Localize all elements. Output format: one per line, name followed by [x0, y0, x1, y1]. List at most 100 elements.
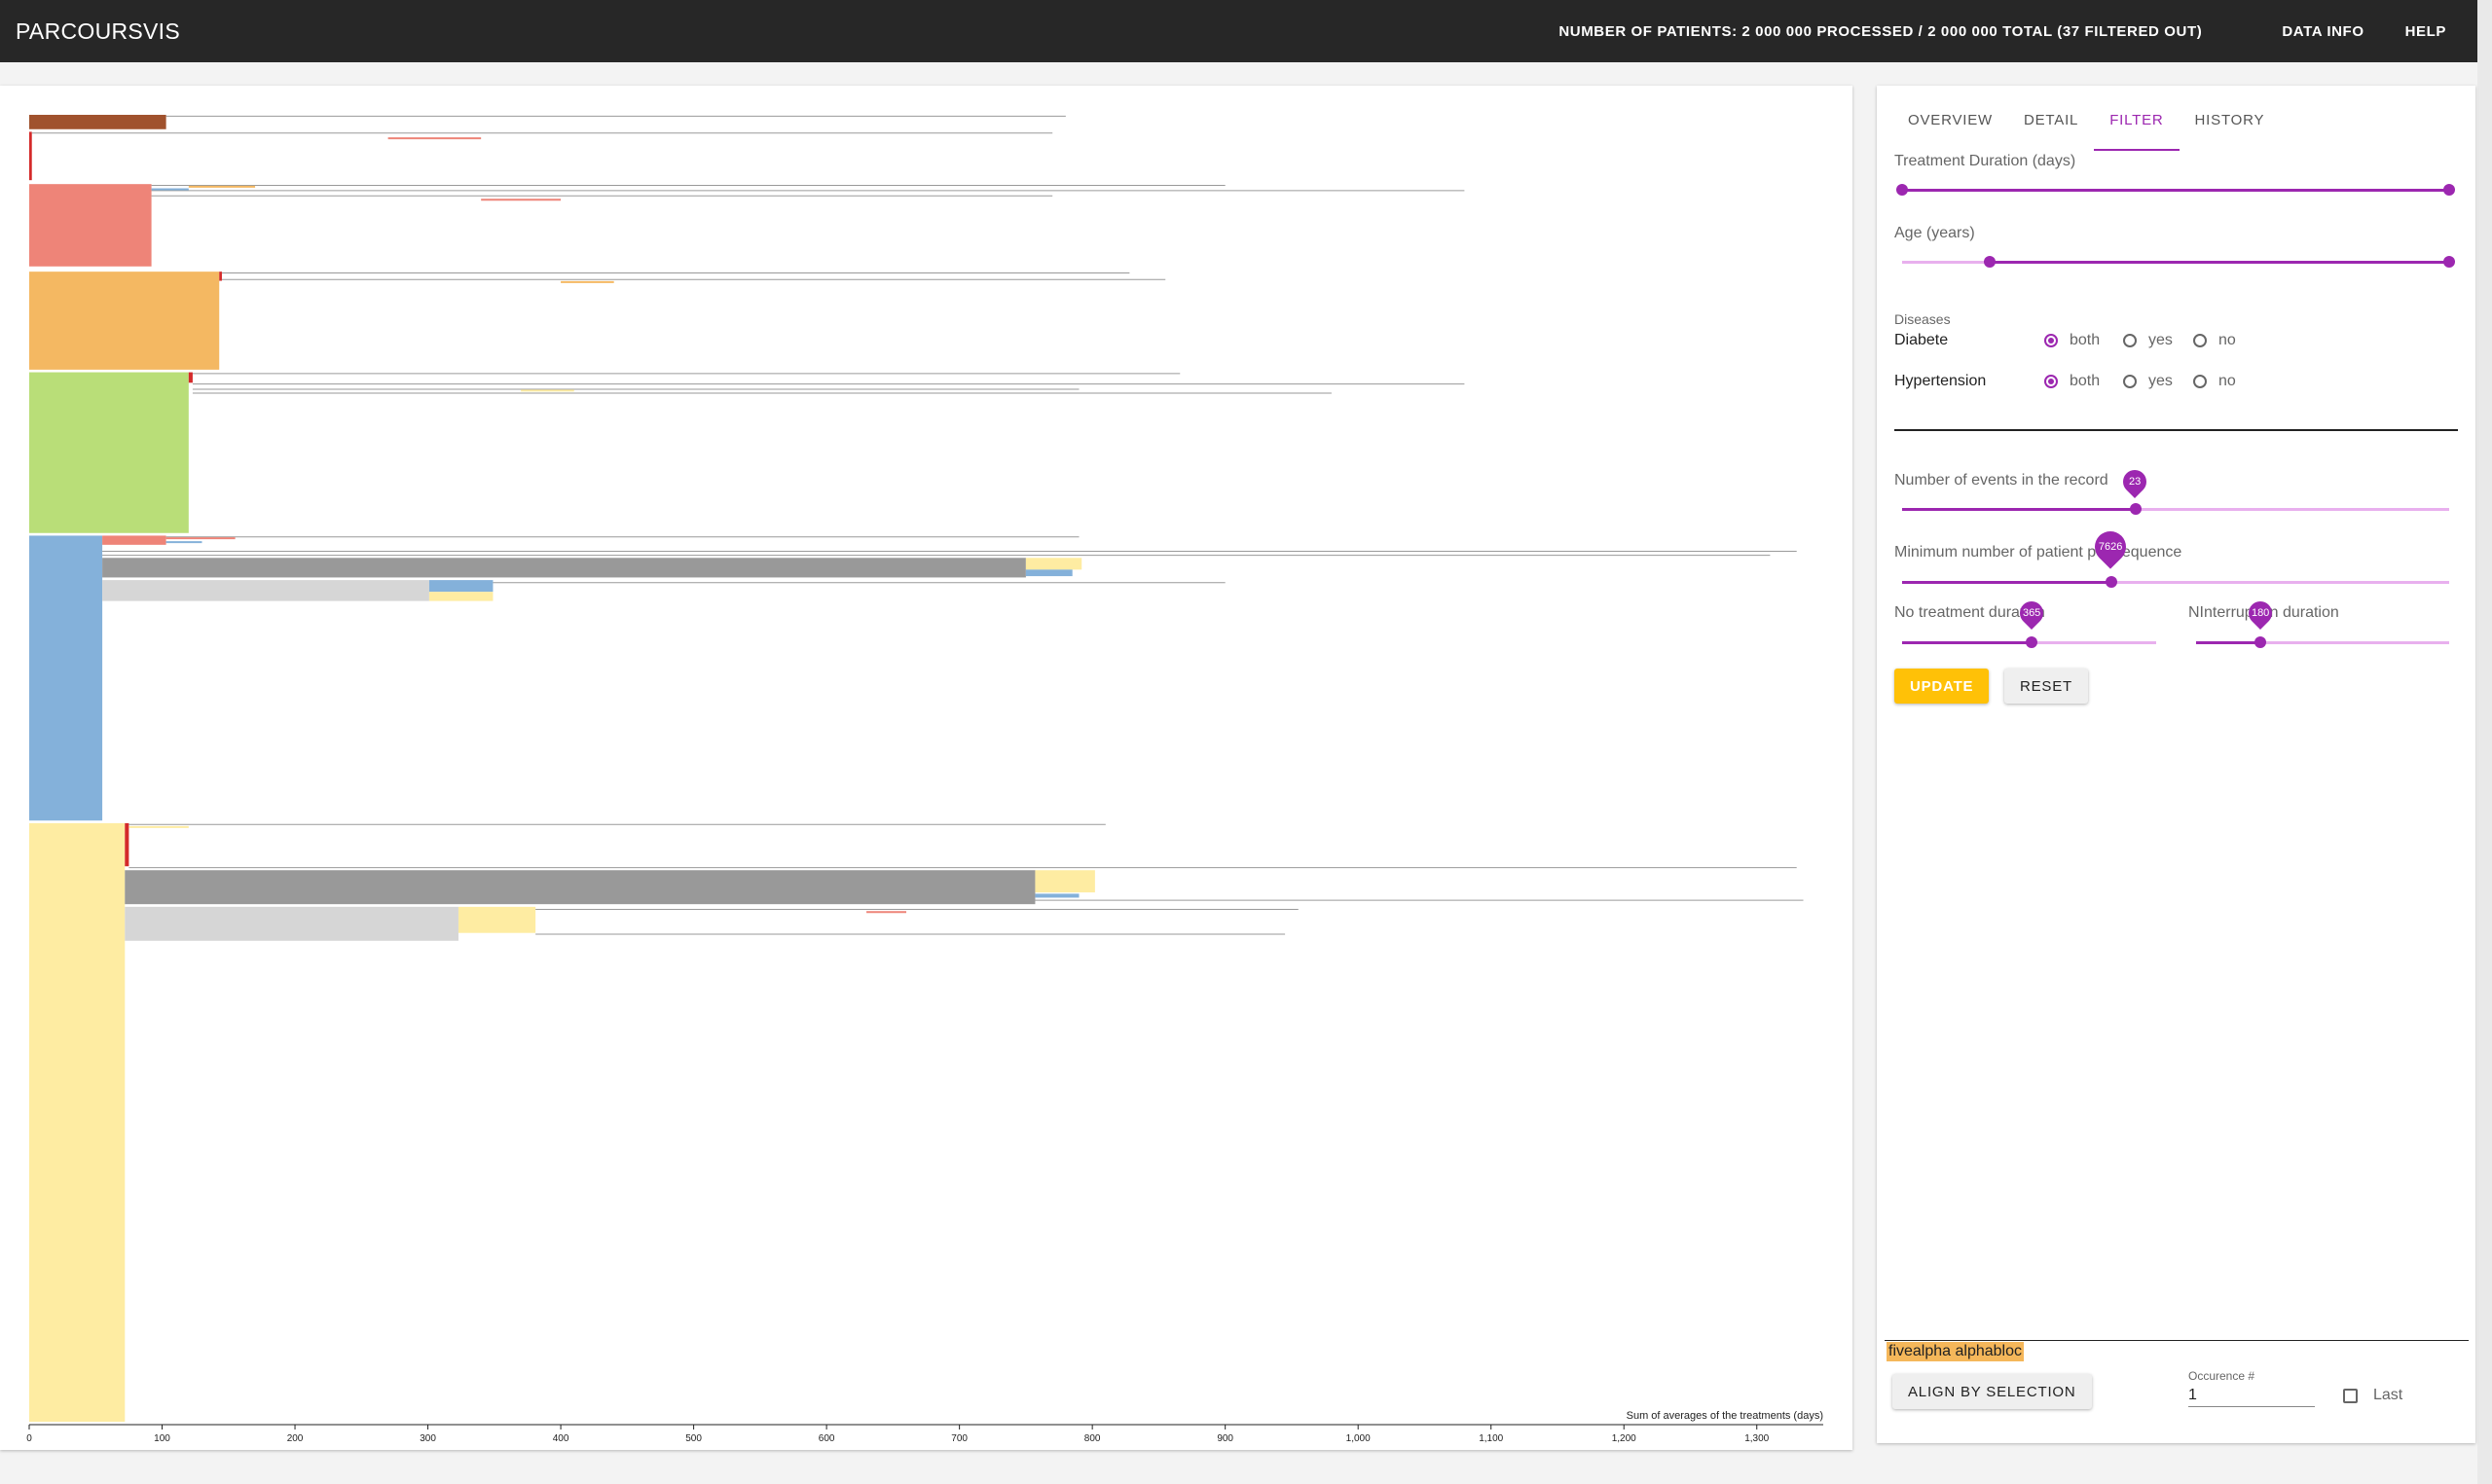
x-axis-tick-label: 1,100 — [1479, 1433, 1503, 1444]
radio-label: both — [2070, 332, 2101, 348]
patients-status: NUMBER OF PATIENTS: 2 000 000 PROCESSED … — [1558, 22, 2203, 40]
sequence-node-red[interactable] — [188, 372, 193, 383]
occurrence-label: Occurence # — [2188, 1369, 2255, 1383]
min-patients-track-active — [1902, 581, 2111, 584]
update-button[interactable]: UPDATE — [1894, 669, 1990, 704]
tab-history[interactable]: HISTORY — [2180, 107, 2281, 151]
radio-unchecked-icon — [2123, 334, 2137, 347]
radio-unchecked-icon — [2193, 375, 2207, 388]
icicle-chart[interactable]: Sum of averages of the treatments (days)… — [0, 86, 1852, 1450]
age-label: Age (years) — [1894, 225, 1975, 241]
hypertension-label: Hypertension — [1894, 373, 1987, 389]
interruption-handle[interactable] — [2254, 636, 2266, 648]
sequence-node-brown[interactable] — [29, 115, 166, 129]
age-max-handle[interactable] — [2443, 256, 2455, 268]
help-button[interactable]: HELP — [2405, 23, 2446, 40]
sequence-node-salmon[interactable] — [29, 184, 152, 267]
radio-unchecked-icon — [2123, 375, 2137, 388]
diabete-no-radio[interactable]: no — [2193, 332, 2236, 349]
interruption-track-inactive — [2260, 641, 2449, 644]
page-scrollbar[interactable] — [2477, 0, 2492, 1484]
sequence-node-yellow[interactable] — [428, 592, 494, 601]
hypertension-no-radio[interactable]: no — [2193, 373, 2236, 390]
diabete-both-radio[interactable]: both — [2044, 332, 2100, 349]
events-in-record-label: Number of events in the record — [1894, 472, 2108, 489]
last-checkbox[interactable]: Last — [2343, 1387, 2402, 1404]
sequence-node-light_gray[interactable] — [102, 580, 429, 601]
events-track-active — [1902, 508, 2136, 511]
sequence-node-yellow[interactable] — [1025, 558, 1082, 570]
app-bar-actions: NUMBER OF PATIENTS: 2 000 000 PROCESSED … — [1558, 0, 2446, 62]
sequence-node-green[interactable] — [29, 372, 189, 533]
min-patients-handle[interactable] — [2106, 576, 2117, 588]
radio-label: both — [2070, 373, 2101, 389]
x-axis-tick-label: 500 — [685, 1433, 702, 1444]
radio-label: yes — [2148, 332, 2173, 348]
checkbox-unchecked-icon — [2343, 1388, 2358, 1403]
events-track-inactive — [2136, 508, 2449, 511]
sequence-node-yellow[interactable] — [458, 906, 536, 933]
no-treatment-handle[interactable] — [2026, 636, 2037, 648]
x-axis-tick-label: 300 — [420, 1433, 436, 1444]
occurrence-input[interactable] — [2188, 1385, 2315, 1407]
sequence-node-dark_gray[interactable] — [125, 870, 1036, 905]
x-axis-tick-label: 900 — [1217, 1433, 1233, 1444]
reset-button[interactable]: RESET — [2004, 669, 2089, 704]
sequence-node-orange[interactable] — [29, 271, 220, 370]
radio-label: no — [2218, 373, 2236, 389]
tab-detail[interactable]: DETAIL — [2008, 107, 2094, 151]
events-value: 23 — [2128, 476, 2142, 488]
sequence-node-blue[interactable] — [1025, 569, 1073, 577]
x-axis-tick-label: 1,200 — [1612, 1433, 1636, 1444]
events-value-pin: 23 — [2118, 465, 2151, 498]
sequence-node-light_gray[interactable] — [125, 906, 458, 941]
events-handle[interactable] — [2130, 503, 2142, 515]
min-patients-track-inactive — [2111, 581, 2449, 584]
hypertension-yes-radio[interactable]: yes — [2123, 373, 2173, 390]
data-info-button[interactable]: DATA INFO — [2282, 23, 2364, 40]
sequence-node-red[interactable] — [219, 271, 222, 281]
sequence-node-red[interactable] — [29, 131, 32, 181]
sequence-node-blue[interactable] — [1035, 893, 1080, 898]
radio-label: yes — [2148, 373, 2173, 389]
x-axis-tick-label: 800 — [1084, 1433, 1101, 1444]
diabete-label: Diabete — [1894, 332, 1949, 348]
min-patients-value-pin: 7626 — [2088, 525, 2133, 569]
x-axis: Sum of averages of the treatments (days)… — [26, 1410, 1823, 1444]
age-min-handle[interactable] — [1984, 256, 1996, 268]
treatment-duration-max-handle[interactable] — [2443, 184, 2455, 196]
tab-filter[interactable]: FILTER — [2094, 107, 2180, 151]
sequence-chart-panel: Sum of averages of the treatments (days)… — [0, 86, 1852, 1450]
sequence-node-yellow[interactable] — [29, 822, 126, 1422]
treatment-duration-min-handle[interactable] — [1896, 184, 1908, 196]
app-title: PARCOURSVIS — [16, 18, 181, 44]
radio-label: no — [2218, 332, 2236, 348]
min-patients-label: Minimum number of patient per sequence — [1894, 544, 2182, 561]
radio-unchecked-icon — [2193, 334, 2207, 347]
diabete-yes-radio[interactable]: yes — [2123, 332, 2173, 349]
age-track-inactive — [1902, 261, 1990, 264]
x-axis-tick-label: 600 — [819, 1433, 835, 1444]
sequence-node-yellow[interactable] — [1035, 870, 1095, 893]
sequence-node-red[interactable] — [125, 822, 129, 867]
selection-label: fivealpha alphabloc — [1887, 1342, 2024, 1361]
hypertension-both-radio[interactable]: both — [2044, 373, 2100, 390]
min-patients-value: 7626 — [2098, 541, 2123, 554]
no-treatment-track-inactive — [2032, 641, 2156, 644]
sequence-node-dark_gray[interactable] — [102, 558, 1026, 578]
no-treatment-value-pin: 365 — [2015, 597, 2048, 630]
no-treatment-track-active — [1902, 641, 2032, 644]
x-axis-tick-label: 0 — [26, 1433, 32, 1444]
sequence-node-blue[interactable] — [428, 580, 494, 593]
tab-overview[interactable]: OVERVIEW — [1892, 107, 2008, 151]
x-axis-tick-label: 700 — [951, 1433, 968, 1444]
no-treatment-value: 365 — [2022, 607, 2041, 620]
interruption-track-active — [2196, 641, 2260, 644]
sequence-node-salmon[interactable] — [102, 535, 166, 545]
sequence-node-blue[interactable] — [29, 535, 103, 821]
align-by-selection-button[interactable]: ALIGN BY SELECTION — [1892, 1374, 2092, 1409]
x-axis-tick-label: 100 — [154, 1433, 170, 1444]
treatment-duration-track — [1902, 189, 2449, 192]
x-axis-tick-label: 200 — [287, 1433, 304, 1444]
x-axis-tick-label: 1,300 — [1744, 1433, 1769, 1444]
